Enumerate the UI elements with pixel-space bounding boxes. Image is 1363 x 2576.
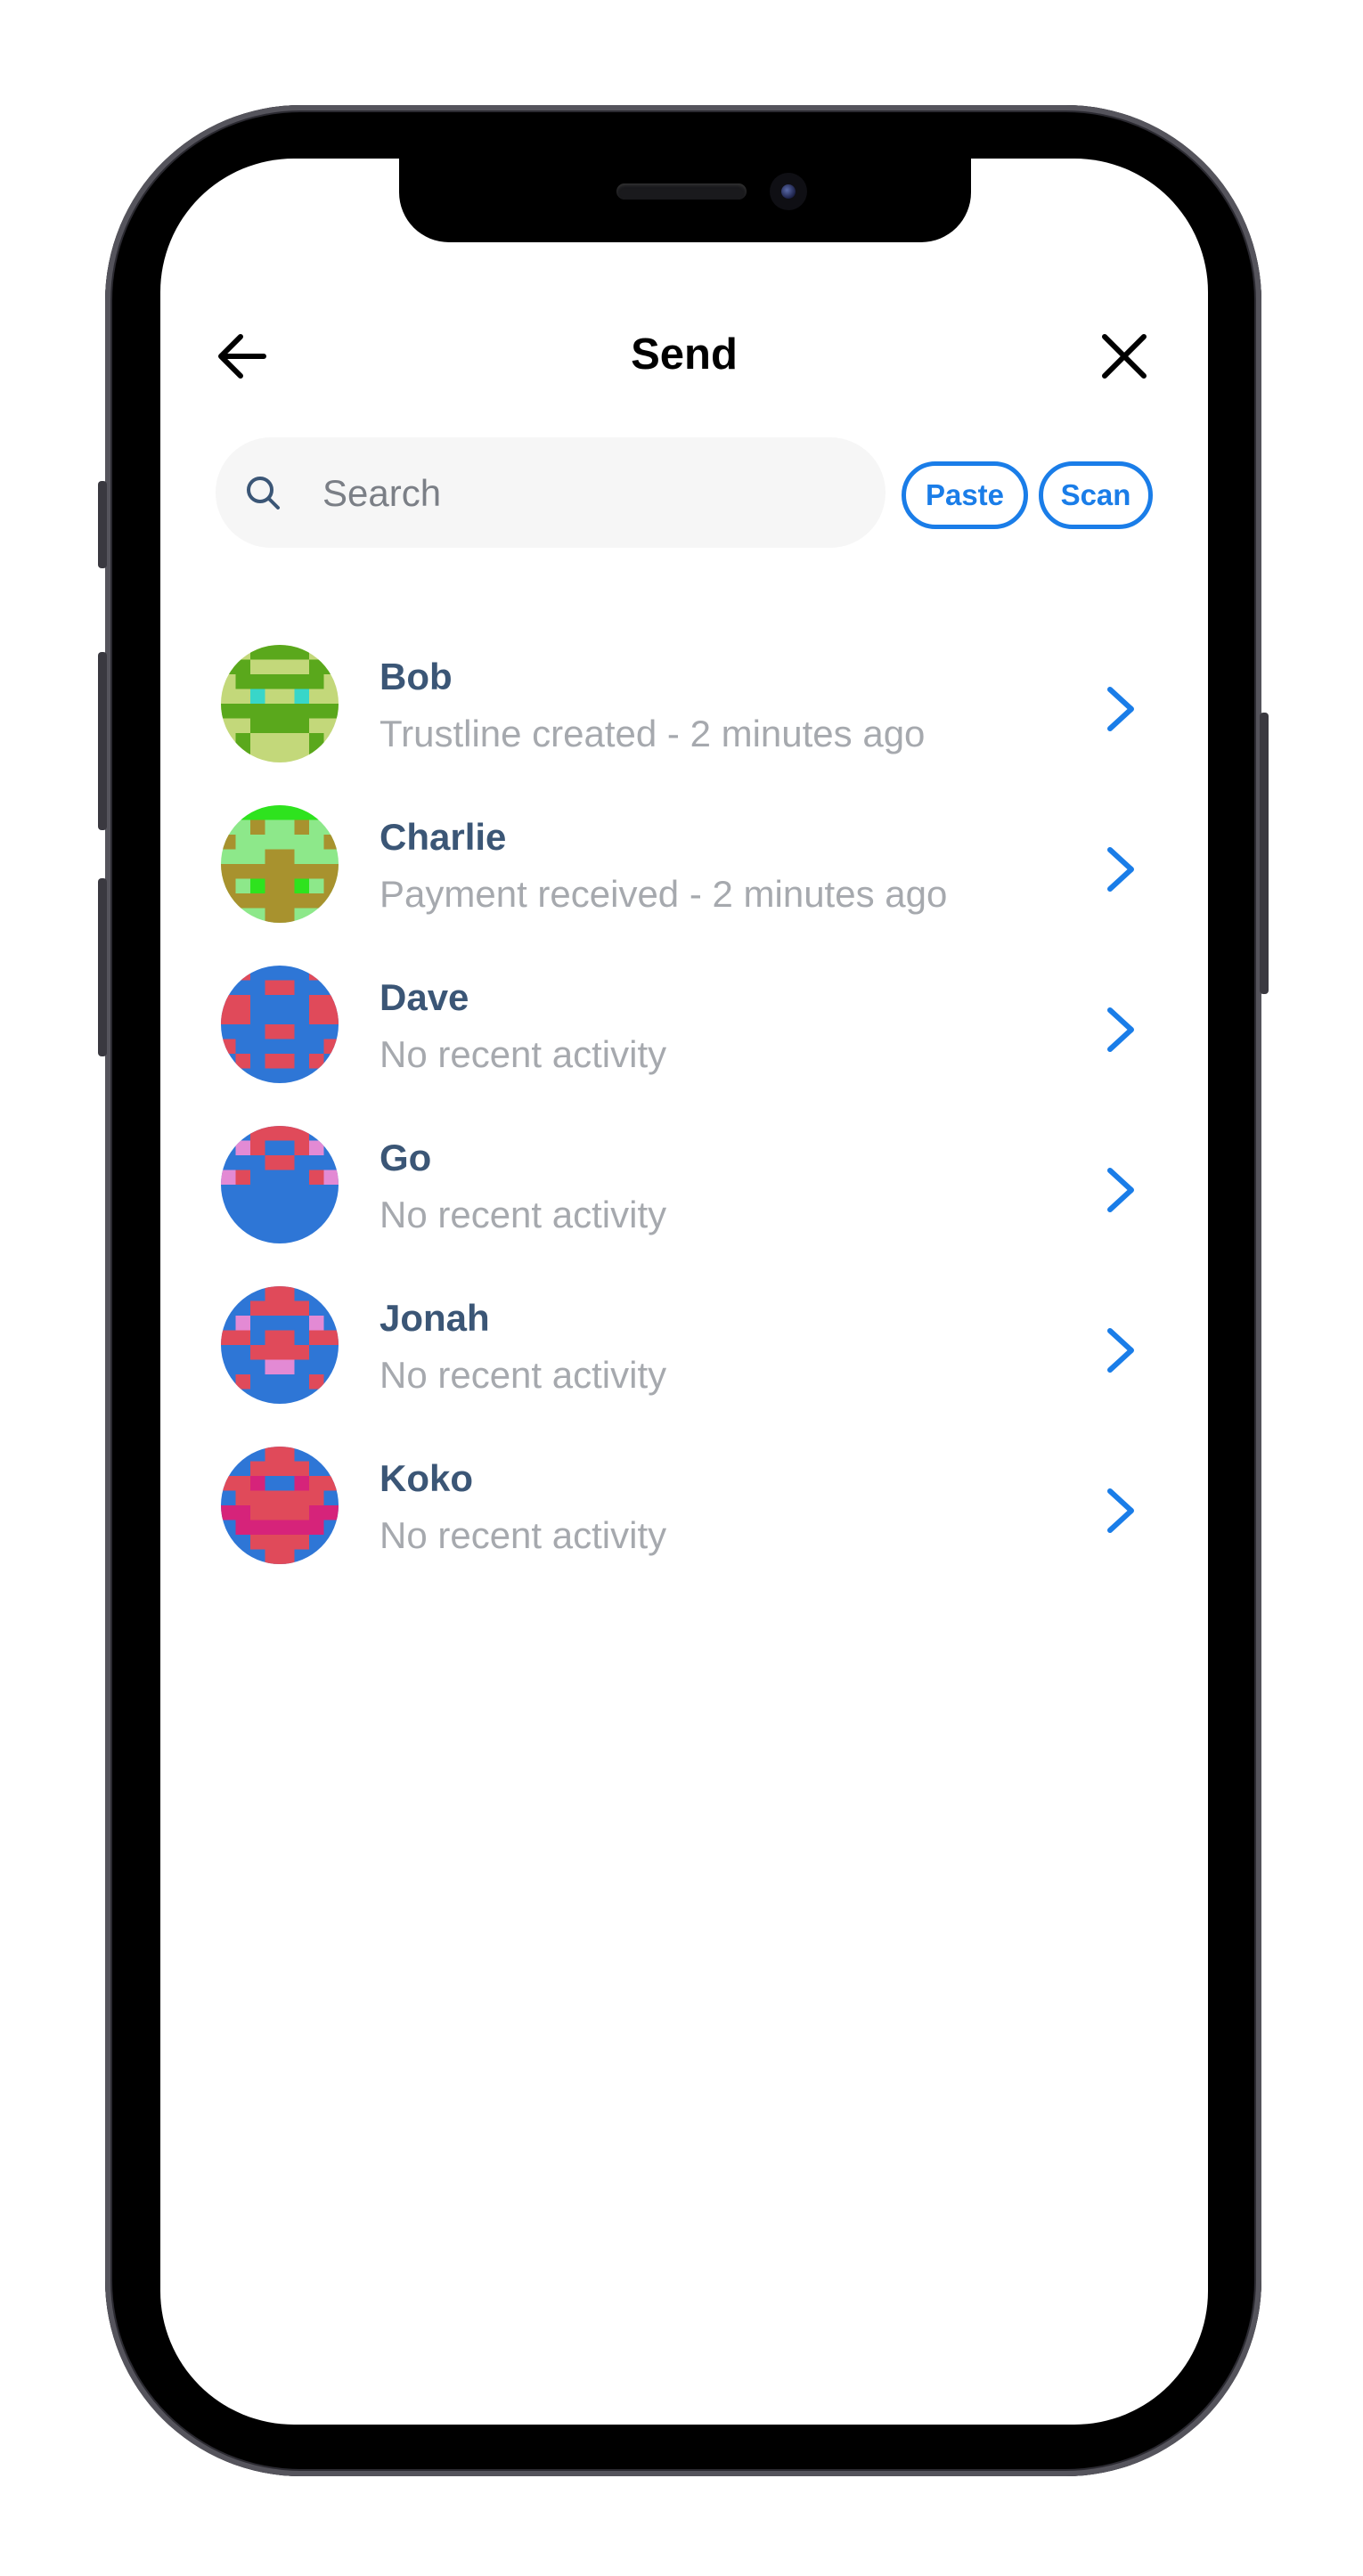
contact-row-dave[interactable]: Dave No recent activity xyxy=(160,921,1208,1083)
identicon-avatar xyxy=(221,1447,339,1564)
chevron-right-icon xyxy=(1107,847,1134,892)
contact-row-jonah[interactable]: Jonah No recent activity xyxy=(160,1242,1208,1404)
identicon-avatar xyxy=(221,966,339,1083)
search-bar[interactable] xyxy=(216,437,886,548)
contact-activity: No recent activity xyxy=(380,1033,667,1075)
identicon-avatar xyxy=(221,805,339,923)
scan-button[interactable]: Scan xyxy=(1039,461,1153,529)
contact-name: Koko xyxy=(380,1457,473,1499)
notch xyxy=(399,159,971,242)
chevron-right-icon xyxy=(1107,1007,1134,1052)
contact-activity: No recent activity xyxy=(380,1514,667,1556)
contact-activity: No recent activity xyxy=(380,1194,667,1235)
contact-activity: Trustline created - 2 minutes ago xyxy=(380,713,926,754)
chevron-right-icon xyxy=(1107,1328,1134,1373)
contact-row-go[interactable]: Go No recent activity xyxy=(160,1081,1208,1243)
phone-volume-up-button xyxy=(98,652,107,830)
header: Send xyxy=(160,310,1208,399)
contact-row-bob[interactable]: Bob Trustline created - 2 minutes ago xyxy=(160,600,1208,762)
front-camera xyxy=(770,173,807,210)
contact-name: Dave xyxy=(380,976,469,1018)
phone-volume-down-button xyxy=(98,878,107,1056)
close-icon[interactable] xyxy=(1096,328,1153,385)
contact-activity: No recent activity xyxy=(380,1354,667,1396)
contact-activity: Payment received - 2 minutes ago xyxy=(380,873,948,915)
identicon-avatar xyxy=(221,1286,339,1404)
contact-row-charlie[interactable]: Charlie Payment received - 2 minutes ago xyxy=(160,761,1208,923)
chevron-right-icon xyxy=(1107,1168,1134,1212)
contact-name: Jonah xyxy=(380,1297,490,1339)
chevron-right-icon xyxy=(1107,687,1134,731)
contact-name: Go xyxy=(380,1137,432,1178)
page-title: Send xyxy=(631,330,738,379)
app-screen: Send Paste Scan Bob Trustline cr xyxy=(160,159,1208,2425)
identicon-avatar xyxy=(221,1126,339,1243)
paste-button[interactable]: Paste xyxy=(902,461,1028,529)
chevron-right-icon xyxy=(1107,1488,1134,1533)
search-input[interactable] xyxy=(321,462,859,525)
phone-silent-switch xyxy=(98,481,107,568)
contact-row-koko[interactable]: Koko No recent activity xyxy=(160,1402,1208,1564)
identicon-avatar xyxy=(221,645,339,762)
phone-power-button xyxy=(1260,713,1269,994)
contact-name: Bob xyxy=(380,656,453,697)
contact-name: Charlie xyxy=(380,816,507,858)
speaker-grille xyxy=(616,183,747,200)
search-icon xyxy=(247,477,280,509)
